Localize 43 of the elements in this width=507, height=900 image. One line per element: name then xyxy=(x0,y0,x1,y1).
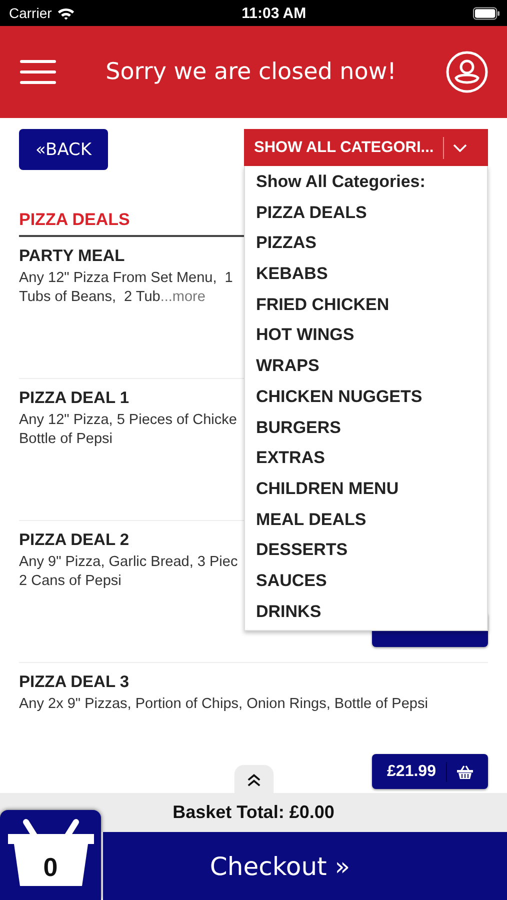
scroll-up-icon[interactable] xyxy=(232,765,274,793)
dropdown-option[interactable]: Show All Categories: xyxy=(245,167,487,198)
item-title: PIZZA DEAL 3 xyxy=(19,673,130,692)
more-link[interactable]: ...more xyxy=(160,289,206,305)
basket-counter[interactable]: 0 xyxy=(0,810,101,900)
header-title: Sorry we are closed now! xyxy=(106,59,396,85)
dropdown-option[interactable]: SAUCES xyxy=(245,566,487,597)
user-profile-icon[interactable] xyxy=(446,51,488,93)
wifi-icon xyxy=(56,6,75,20)
dropdown-option[interactable]: EXTRAS xyxy=(245,443,487,474)
menu-icon[interactable] xyxy=(20,60,56,84)
item-description: Any 12" Pizza From Set Menu, 1 Tubs of Beans, 2 Tub...more xyxy=(19,269,233,307)
dropdown-value: SHOW ALL CATEGORI... xyxy=(254,138,434,156)
dropdown-option[interactable]: FRIED CHICKEN xyxy=(245,290,487,320)
dropdown-option[interactable]: PIZZAS xyxy=(245,228,487,260)
clock-time: 11:03 AM xyxy=(242,4,306,22)
carrier-label: Carrier xyxy=(9,5,52,21)
dropdown-option[interactable]: CHICKEN NUGGETS xyxy=(245,382,487,412)
basket-icon xyxy=(6,818,96,888)
dropdown-option[interactable]: DRINKS xyxy=(245,596,487,628)
add-to-basket-button[interactable]: £21.99 xyxy=(372,754,488,789)
checkout-button[interactable]: Checkout » xyxy=(103,832,507,900)
basket-icon xyxy=(456,764,473,778)
battery-icon xyxy=(472,6,500,20)
chevron-down-icon xyxy=(452,144,467,152)
dropdown-option[interactable]: BURGERS xyxy=(245,412,487,444)
dropdown-option[interactable]: CHILDREN MENU xyxy=(245,474,487,505)
dropdown-option[interactable]: HOT WINGS xyxy=(245,320,487,352)
dropdown-option[interactable]: PIZZA DEALS xyxy=(245,198,487,228)
item-title: PARTY MEAL xyxy=(19,247,125,266)
dropdown-option[interactable]: WRAPS xyxy=(245,351,487,382)
dropdown-option[interactable]: MEAL DEALS xyxy=(245,504,487,536)
back-button[interactable]: «BACK xyxy=(19,129,108,170)
basket-count: 0 xyxy=(42,852,59,883)
item-description: Any 12" Pizza, 5 Pieces of Chicke Bottle of Pepsi xyxy=(19,411,237,449)
dropdown-option[interactable]: DESSERTS xyxy=(245,535,487,566)
item-title: PIZZA DEAL 2 xyxy=(19,531,130,550)
dropdown-option[interactable]: KEBABS xyxy=(245,259,487,290)
category-dropdown[interactable]: SHOW ALL CATEGORI... xyxy=(244,129,488,166)
section-heading: PIZZA DEALS xyxy=(19,210,244,237)
item-title: PIZZA DEAL 1 xyxy=(19,389,130,408)
item-description: Any 2x 9" Pizzas, Portion of Chips, Onion Rings, Bottle of Pepsi xyxy=(19,695,428,714)
item-description: Any 9" Pizza, Garlic Bread, 3 Piec 2 Cans of Pepsi xyxy=(19,553,238,591)
